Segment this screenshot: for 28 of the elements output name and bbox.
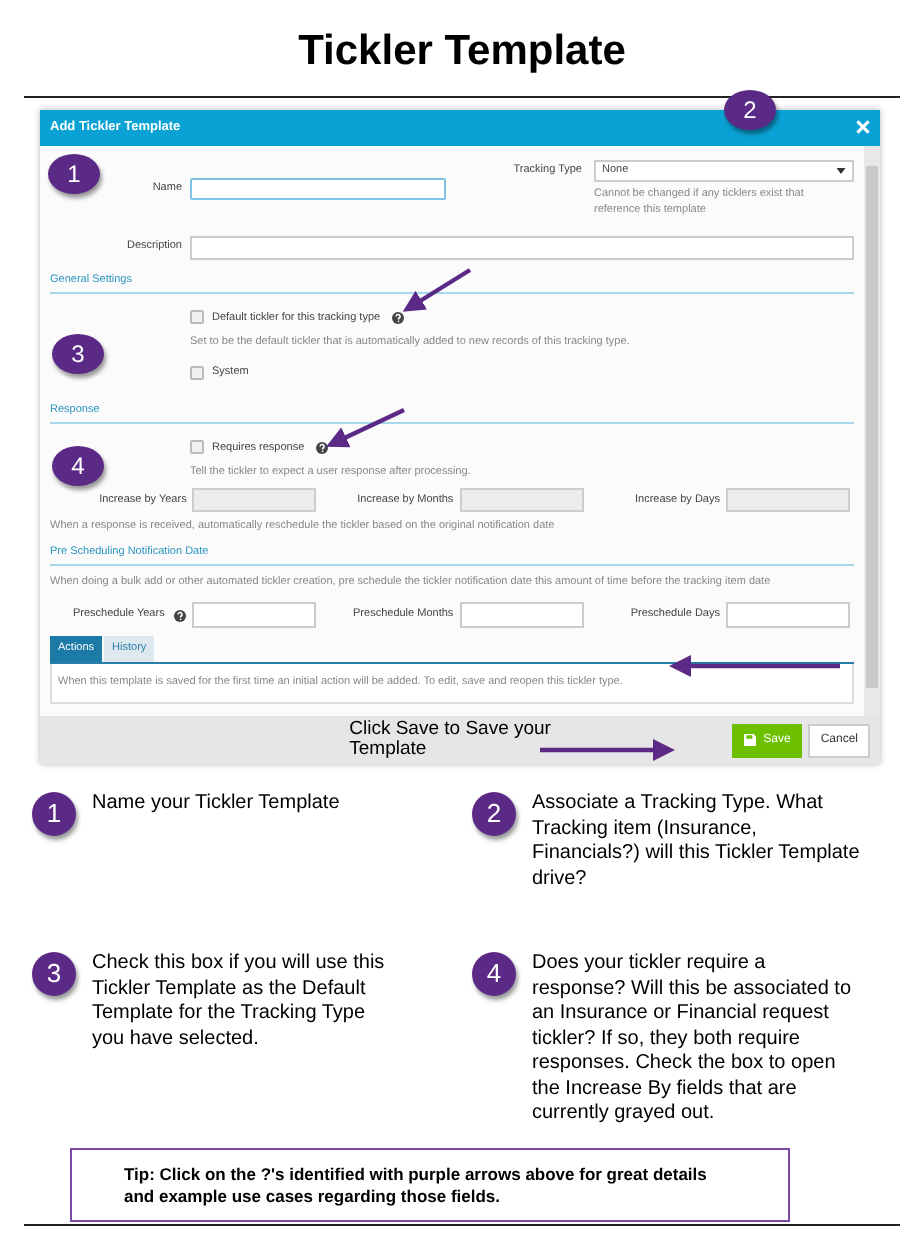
checkbox[interactable] [190,310,204,325]
callout-marker: 2 [724,89,776,129]
annotation-text: Click Save to Save your Template [349,720,553,760]
name-input[interactable] [190,177,446,199]
pointer-arrow [402,267,472,311]
tip-text: Tip: Click on the ?'s identified with purple arrows above for great details and example use cases regarding those fields. [124,1164,709,1206]
checkbox[interactable] [190,365,204,380]
page-title: Tickler Template [298,26,626,78]
dropdown-caret-icon [836,167,846,173]
checkbox[interactable] [190,440,204,455]
step-text: Associate a Tracking Type. What Tracking item (Insurance, Financials?) will this Tickler Template drive? [532,792,862,892]
close-icon[interactable] [856,120,870,134]
step-text: Does your tickler require a response? Will this be associated to an Insurance or Financial request tickler? If so, they both require responses. Check the box to open the Increase By fields that are currently grayed out. [532,952,854,1127]
step-number: 1 [32,792,76,836]
help-icon[interactable] [316,441,329,454]
help-icon[interactable] [174,609,187,621]
step-text: Check this box if you will use this Tickler Template as the Default Template for the Tracking Type you have selected. [92,952,387,1052]
description-input[interactable] [190,235,854,259]
number-input[interactable] [459,602,584,628]
step-number: 2 [472,792,516,836]
help-icon[interactable] [392,311,405,324]
number-input[interactable] [725,602,850,628]
number-input[interactable] [192,602,317,628]
step-number: 3 [32,952,76,996]
pointer-arrow [540,738,675,760]
step-number: 4 [472,952,516,996]
pointer-arrow [326,407,405,447]
step-text: Name your Tickler Template [92,792,342,817]
